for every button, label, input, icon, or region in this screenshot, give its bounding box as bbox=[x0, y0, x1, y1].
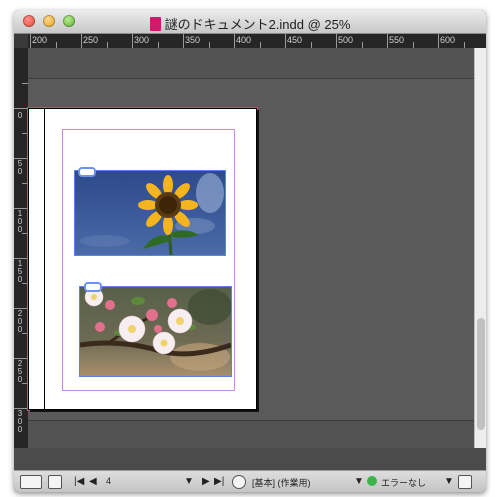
window-title: 謎のドキュメント2.indd @ 25% bbox=[14, 14, 486, 33]
document-window: 謎のドキュメント2.indd @ 25% 200 250 300 350 400… bbox=[14, 10, 486, 492]
ruler-tick bbox=[234, 34, 235, 48]
hruler-label: 500 bbox=[338, 35, 354, 45]
pasteboard[interactable] bbox=[28, 48, 474, 448]
previous-page-icon[interactable]: ◀ bbox=[89, 476, 97, 487]
page-menu-arrow-icon[interactable]: ▼ bbox=[184, 476, 194, 487]
hruler-label: 350 bbox=[185, 35, 201, 45]
master-menu-arrow-icon[interactable]: ▼ bbox=[354, 476, 364, 487]
preflight-menu-arrow-icon[interactable]: ▼ bbox=[444, 476, 454, 487]
last-page-icon[interactable]: ▶| bbox=[214, 476, 224, 487]
ruler-tick bbox=[30, 34, 31, 48]
split-window-icon[interactable] bbox=[458, 475, 472, 489]
hruler-label: 250 bbox=[83, 35, 99, 45]
scrollbar-thumb[interactable] bbox=[477, 318, 485, 430]
spread-fold-line bbox=[44, 109, 45, 409]
master-page-icon[interactable] bbox=[232, 475, 246, 489]
status-bar: |◀ ◀ 4 ▼ ▶ ▶| [基本] (作業用) ▼ エラーなし ▼ bbox=[14, 470, 486, 492]
ruler-tick bbox=[81, 34, 82, 48]
next-page-icon[interactable]: ▶ bbox=[202, 476, 210, 487]
ruler-tick bbox=[183, 34, 184, 48]
sunflower-image bbox=[75, 171, 225, 255]
vruler-label: 0 bbox=[17, 111, 23, 120]
ruler-tick bbox=[14, 408, 28, 409]
window-title-text: 謎のドキュメント2.indd @ 25% bbox=[164, 17, 351, 32]
ruler-tick bbox=[14, 308, 28, 309]
image-frame-blossoms[interactable] bbox=[79, 286, 232, 377]
ruler-tick bbox=[285, 34, 286, 48]
vruler-label: 50 bbox=[17, 159, 23, 176]
ruler-tick bbox=[14, 258, 28, 259]
master-page-label[interactable]: [基本] (作業用) bbox=[252, 476, 311, 489]
preflight-status-icon bbox=[367, 476, 377, 486]
ruler-tick bbox=[438, 34, 439, 48]
pasteboard-bottom-band bbox=[28, 420, 474, 448]
ruler-tick bbox=[14, 358, 28, 359]
vertical-ruler[interactable]: 0 50 100 150 200 250 300 bbox=[14, 48, 28, 448]
hruler-label: 550 bbox=[389, 35, 405, 45]
hruler-label: 400 bbox=[236, 35, 252, 45]
link-icon[interactable] bbox=[84, 282, 102, 292]
ruler-tick bbox=[14, 208, 28, 209]
blossom-image bbox=[80, 287, 231, 376]
hruler-label: 200 bbox=[32, 35, 48, 45]
vruler-label: 300 bbox=[17, 409, 23, 434]
ruler-tick bbox=[336, 34, 337, 48]
first-page-icon[interactable]: |◀ bbox=[74, 476, 84, 487]
horizontal-ruler[interactable]: 200 250 300 350 400 450 500 550 600 bbox=[28, 34, 486, 48]
preflight-status-text[interactable]: エラーなし bbox=[381, 476, 426, 489]
pasteboard-bottom bbox=[28, 448, 474, 470]
pasteboard-top-band bbox=[28, 48, 474, 79]
title-bar[interactable]: 謎のドキュメント2.indd @ 25% bbox=[14, 10, 486, 34]
hruler-label: 450 bbox=[287, 35, 303, 45]
vruler-label: 150 bbox=[17, 259, 23, 284]
document-page[interactable] bbox=[28, 108, 257, 410]
link-icon[interactable] bbox=[78, 167, 96, 177]
vruler-label: 200 bbox=[17, 309, 23, 334]
image-frame-sunflower[interactable] bbox=[74, 170, 226, 256]
display-mode-icon[interactable] bbox=[20, 475, 42, 489]
vertical-scrollbar[interactable] bbox=[474, 48, 486, 448]
ruler-tick bbox=[14, 108, 28, 109]
hruler-label: 600 bbox=[440, 35, 456, 45]
hruler-label: 300 bbox=[134, 35, 150, 45]
vruler-label: 250 bbox=[17, 359, 23, 384]
open-page-icon[interactable] bbox=[48, 475, 62, 489]
ruler-tick bbox=[14, 158, 28, 159]
page-number-field[interactable]: 4 bbox=[106, 476, 111, 486]
indesign-document-icon bbox=[149, 17, 161, 31]
ruler-tick bbox=[387, 34, 388, 48]
ruler-tick bbox=[132, 34, 133, 48]
ruler-origin[interactable] bbox=[14, 34, 28, 48]
vruler-label: 100 bbox=[17, 209, 23, 234]
